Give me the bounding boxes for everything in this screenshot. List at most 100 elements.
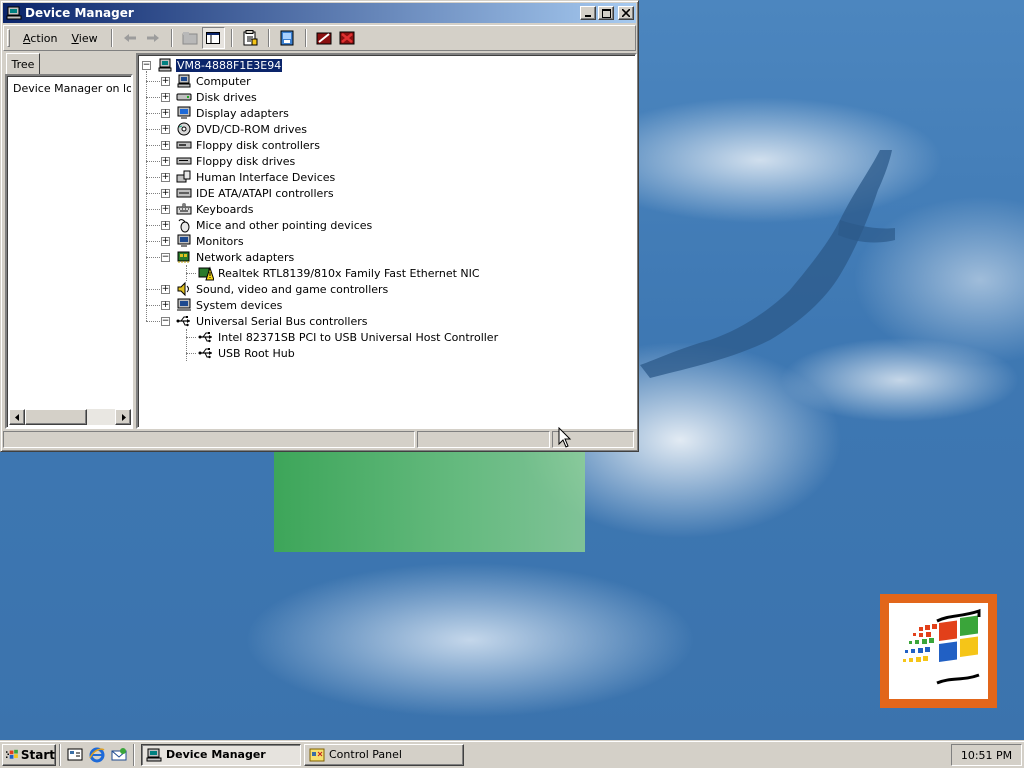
expand-icon[interactable]: +: [161, 76, 170, 86]
tree-node-icon: [176, 185, 192, 201]
scope-root-label: Device Manager on lo: [13, 81, 133, 95]
tree-node[interactable]: − Network adapters: [161, 249, 295, 265]
minimize-button[interactable]: [580, 6, 596, 20]
scan-hardware-button[interactable]: [276, 27, 299, 49]
task-label: Control Panel: [329, 748, 402, 761]
quicklaunch-outlook-express[interactable]: [108, 744, 130, 766]
status-cell-main: [3, 431, 415, 448]
properties-button[interactable]: [239, 27, 262, 49]
tree-node-label: USB Root Hub: [218, 346, 295, 360]
wallpaper-diver-silhouette: [640, 150, 895, 378]
usb-icon: [176, 316, 190, 327]
tree-connector: [146, 225, 160, 226]
back-button[interactable]: [119, 27, 142, 49]
tree-node[interactable]: + Floppy disk controllers: [161, 137, 321, 153]
update-driver-button[interactable]: [313, 27, 336, 49]
title-bar[interactable]: Device Manager: [3, 3, 636, 23]
tree-connector: [146, 177, 160, 178]
collapse-icon[interactable]: −: [161, 252, 170, 262]
show-desktop-icon: [67, 748, 83, 760]
tree-node[interactable]: + Computer: [161, 73, 252, 89]
expand-icon[interactable]: +: [161, 220, 170, 230]
close-button[interactable]: [618, 6, 634, 20]
tree-node[interactable]: Realtek RTL8139/810x Family Fast Etherne…: [198, 265, 481, 281]
folder-up-icon: [182, 32, 198, 45]
expand-icon[interactable]: +: [161, 188, 170, 198]
back-arrow-icon: [124, 34, 137, 42]
scope-root-item[interactable]: Device Manager on lo: [7, 76, 131, 96]
tree-node[interactable]: Intel 82371SB PCI to USB Universal Host …: [198, 329, 499, 345]
toolbar-grip[interactable]: [7, 29, 10, 47]
expand-icon[interactable]: +: [161, 236, 170, 246]
tree-node-icon: [176, 249, 192, 265]
task-device-manager[interactable]: Device Manager: [141, 743, 301, 766]
taskbar-separator: [59, 743, 61, 766]
expand-icon[interactable]: +: [161, 140, 170, 150]
tree-node[interactable]: + Floppy disk drives: [161, 153, 296, 169]
expand-icon[interactable]: +: [161, 204, 170, 214]
scope-pane: Device Manager on lo: [5, 74, 133, 429]
collapse-icon[interactable]: −: [142, 60, 151, 70]
horizontal-scrollbar[interactable]: [9, 409, 131, 425]
collapse-icon[interactable]: −: [161, 316, 170, 326]
tree-node-icon: [176, 153, 192, 169]
expand-icon[interactable]: +: [161, 172, 170, 182]
scrollbar-track[interactable]: [87, 409, 115, 425]
taskbar: Start Device Manager Control Panel 10:51…: [0, 740, 1024, 768]
tree-node-label: Universal Serial Bus controllers: [196, 314, 368, 328]
menu-view-rest: iew: [78, 31, 98, 45]
tree-node[interactable]: − VM8-4888F1E3E94: [142, 57, 284, 73]
uninstall-button[interactable]: [336, 27, 359, 49]
tree-node[interactable]: + DVD/CD-ROM drives: [161, 121, 308, 137]
tree-node[interactable]: USB Root Hub: [198, 345, 296, 361]
tree-node[interactable]: + Display adapters: [161, 105, 290, 121]
keyboard-icon: [176, 203, 192, 215]
scroll-right-button[interactable]: [115, 409, 131, 425]
expand-icon[interactable]: +: [161, 300, 170, 310]
tree-node-icon: [176, 201, 192, 217]
up-level-button[interactable]: [179, 27, 202, 49]
scrollbar-thumb[interactable]: [25, 409, 87, 425]
tree-node-icon: [176, 121, 192, 137]
tree-connector: [186, 329, 187, 361]
tree-node-icon: [176, 281, 192, 297]
expand-icon[interactable]: +: [161, 92, 170, 102]
tree-connector: [146, 129, 160, 130]
show-hide-tree-button[interactable]: [201, 27, 225, 49]
stale-window-remnant: [274, 450, 585, 552]
expand-icon[interactable]: +: [161, 108, 170, 118]
menu-view[interactable]: View: [64, 30, 104, 47]
tree-node[interactable]: + Monitors: [161, 233, 245, 249]
tab-tree[interactable]: Tree: [6, 53, 40, 74]
tree-node-icon: [176, 169, 192, 185]
quicklaunch-show-desktop[interactable]: [64, 744, 86, 766]
tree-node[interactable]: + Keyboards: [161, 201, 254, 217]
tree-node-icon: [176, 233, 192, 249]
tree-node[interactable]: + Disk drives: [161, 89, 258, 105]
tree-node[interactable]: − Universal Serial Bus controllers: [161, 313, 368, 329]
forward-button[interactable]: [142, 27, 165, 49]
toolbar-separator: [110, 29, 113, 47]
tree-node[interactable]: + Human Interface Devices: [161, 169, 336, 185]
tree-node[interactable]: + Sound, video and game controllers: [161, 281, 389, 297]
menu-action[interactable]: Action: [16, 30, 64, 47]
expand-icon[interactable]: +: [161, 284, 170, 294]
mouse-cursor-icon: [558, 427, 572, 448]
tree-connector: [146, 161, 160, 162]
quicklaunch-internet-explorer[interactable]: [86, 744, 108, 766]
expand-icon[interactable]: +: [161, 124, 170, 134]
tree-node[interactable]: + IDE ATA/ATAPI controllers: [161, 185, 335, 201]
cdrom-icon: [177, 122, 191, 136]
scroll-left-button[interactable]: [9, 409, 25, 425]
expand-icon[interactable]: +: [161, 156, 170, 166]
maximize-icon: [601, 8, 611, 18]
tree-connector: [146, 145, 160, 146]
tree-node-icon: [176, 313, 192, 329]
tree-node[interactable]: + Mice and other pointing devices: [161, 217, 373, 233]
clock[interactable]: 10:51 PM: [961, 749, 1012, 762]
windows-flag-icon: [6, 749, 18, 759]
start-button[interactable]: Start: [2, 743, 56, 766]
maximize-button[interactable]: [598, 6, 614, 20]
tree-node[interactable]: + System devices: [161, 297, 283, 313]
task-control-panel[interactable]: Control Panel: [304, 743, 464, 766]
